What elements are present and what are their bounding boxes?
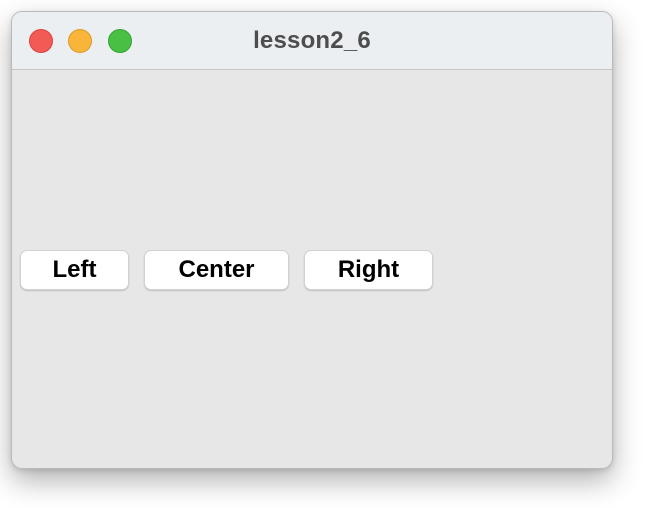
right-button[interactable]: Right [304, 250, 433, 290]
window-title: lesson2_6 [253, 27, 371, 54]
center-button[interactable]: Center [144, 250, 289, 290]
content-area: Left Center Right [12, 70, 612, 468]
app-window: lesson2_6 Left Center Right [11, 11, 613, 469]
title-bar[interactable]: lesson2_6 [12, 12, 612, 70]
left-button[interactable]: Left [20, 250, 129, 290]
